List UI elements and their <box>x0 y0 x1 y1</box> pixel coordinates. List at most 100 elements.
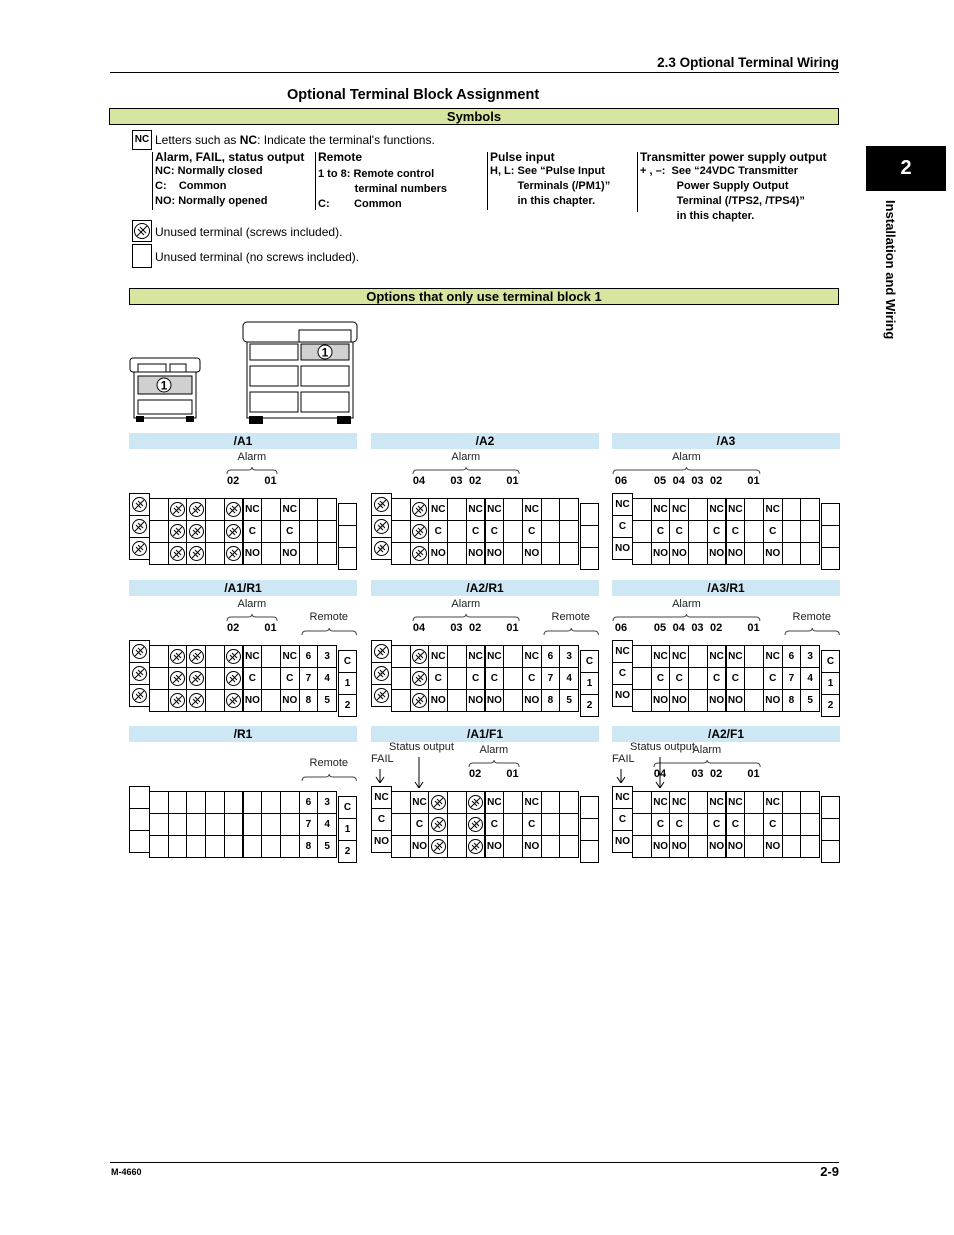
terminal-empty <box>632 520 652 543</box>
terminal-label: NC <box>487 504 502 515</box>
remote-group-label: Remote <box>309 757 349 769</box>
terminal-empty <box>149 813 169 836</box>
chapter-title-text: Installation and Wiring <box>883 200 898 340</box>
terminal-no: NO <box>669 689 690 712</box>
terminal-nc: NC <box>409 791 430 814</box>
terminal-nc: NC <box>484 645 505 668</box>
screw-icon <box>170 502 186 517</box>
terminal-label: C <box>343 656 352 667</box>
terminal-label: 2 <box>586 700 593 711</box>
terminal-empty <box>632 667 652 690</box>
terminal-no: NO <box>706 542 727 565</box>
legend-divider <box>637 152 638 212</box>
group-brace <box>412 614 520 622</box>
terminal-label: 8 <box>305 695 312 706</box>
terminal-label: NC <box>468 651 483 662</box>
terminal-empty <box>559 542 579 565</box>
terminal-nc: NC <box>650 645 671 668</box>
legend-heading: Transmitter power supply output <box>640 150 827 164</box>
screw-icon <box>374 541 389 556</box>
terminal-label: NO <box>615 690 630 701</box>
nc-description: Letters such as NC: Indicate the termina… <box>155 133 435 147</box>
terminal-no: NO <box>521 835 542 858</box>
terminal-empty <box>632 542 652 565</box>
terminal-c: C <box>428 667 449 690</box>
terminal-label: 6 <box>547 651 554 662</box>
terminal-label: NC <box>487 797 502 808</box>
terminal-label: 1 <box>827 678 834 689</box>
nc-desc-pre: Letters such as <box>155 133 240 147</box>
channel-number: 01 <box>506 768 519 780</box>
terminal-unused-screw <box>129 684 150 707</box>
terminal-no: NO <box>650 689 671 712</box>
alarm-group-label: Alarm <box>692 744 722 756</box>
remote-terminal-c: C <box>580 650 599 673</box>
screw-icon <box>468 795 484 810</box>
block-title: /R1 <box>129 726 357 742</box>
terminal-unused-screw <box>129 537 150 560</box>
screw-icon <box>468 839 484 854</box>
terminal-4: 4 <box>317 813 337 836</box>
terminal-no: NO <box>725 542 746 565</box>
terminal-unused-screw <box>129 662 150 685</box>
terminal-label: 5 <box>324 841 330 852</box>
terminal-label: C <box>731 819 739 830</box>
terminal-empty <box>632 791 652 814</box>
screw-icon <box>170 693 186 708</box>
legend-line: + , –: See “24VDC Transmitter <box>640 165 799 177</box>
group-brace <box>612 467 761 475</box>
screw-icon <box>226 502 242 517</box>
channel-number: 03 <box>691 475 704 487</box>
terminal-empty <box>559 813 579 836</box>
terminal-empty <box>821 547 840 570</box>
terminal-c: C <box>521 520 542 543</box>
terminal-8: 8 <box>781 689 802 712</box>
channel-number: 03 <box>450 622 463 634</box>
remote-group-label: Remote <box>309 611 349 623</box>
terminal-unused-screw <box>371 515 392 538</box>
remote-terminal-1: 1 <box>338 672 357 695</box>
terminal-empty <box>503 520 523 543</box>
terminal-empty <box>540 813 561 836</box>
terminal-empty <box>744 645 764 668</box>
remote-terminal-c: C <box>338 650 357 673</box>
terminal-empty <box>205 520 225 543</box>
page-title: Optional Terminal Block Assignment <box>287 87 540 103</box>
terminal-empty <box>688 835 708 858</box>
screw-icon <box>412 546 428 561</box>
terminal-empty <box>223 835 244 858</box>
terminal-unused-screw <box>186 667 207 690</box>
legend-line: NO: Normally opened <box>155 195 268 207</box>
terminal-label: 5 <box>807 695 813 706</box>
terminal-no: NO <box>371 830 392 853</box>
channel-number: 02 <box>710 475 723 487</box>
terminal-label: 2 <box>344 700 351 711</box>
terminal-label: C <box>528 673 536 684</box>
terminal-no: NO <box>762 542 783 565</box>
terminal-label: NC <box>765 651 780 662</box>
terminal-label: 3 <box>807 651 813 662</box>
terminal-empty <box>503 791 523 814</box>
terminal-label: 2 <box>827 700 834 711</box>
terminal-c: C <box>428 520 449 543</box>
terminal-label: NO <box>727 841 743 852</box>
terminal-empty <box>205 645 225 668</box>
terminal-no: NO <box>762 689 783 712</box>
terminal-no: NO <box>279 689 300 712</box>
terminal-nc: NC <box>242 498 263 521</box>
terminal-label: C <box>618 668 627 679</box>
terminal-label: NO <box>468 695 484 706</box>
terminal-empty <box>149 835 169 858</box>
nc-desc-post: : Indicate the terminal's functions. <box>257 133 435 147</box>
terminal-c: C <box>669 520 690 543</box>
terminal-block-a2r1: /A2/R1 NC NC NC NC 6 3 C C C C 7 4 NO NO NO NO 8 5 C 1 2 04 03 0… <box>371 580 599 717</box>
terminal-empty <box>261 689 281 712</box>
terminal-nc: NC <box>669 791 690 814</box>
terminal-nc: NC <box>762 645 783 668</box>
terminal-c: C <box>279 667 300 690</box>
terminal-empty <box>632 498 652 521</box>
terminal-unused-screw <box>186 520 207 543</box>
terminal-empty <box>205 542 225 565</box>
terminal-8: 8 <box>298 689 319 712</box>
terminal-empty <box>503 689 523 712</box>
